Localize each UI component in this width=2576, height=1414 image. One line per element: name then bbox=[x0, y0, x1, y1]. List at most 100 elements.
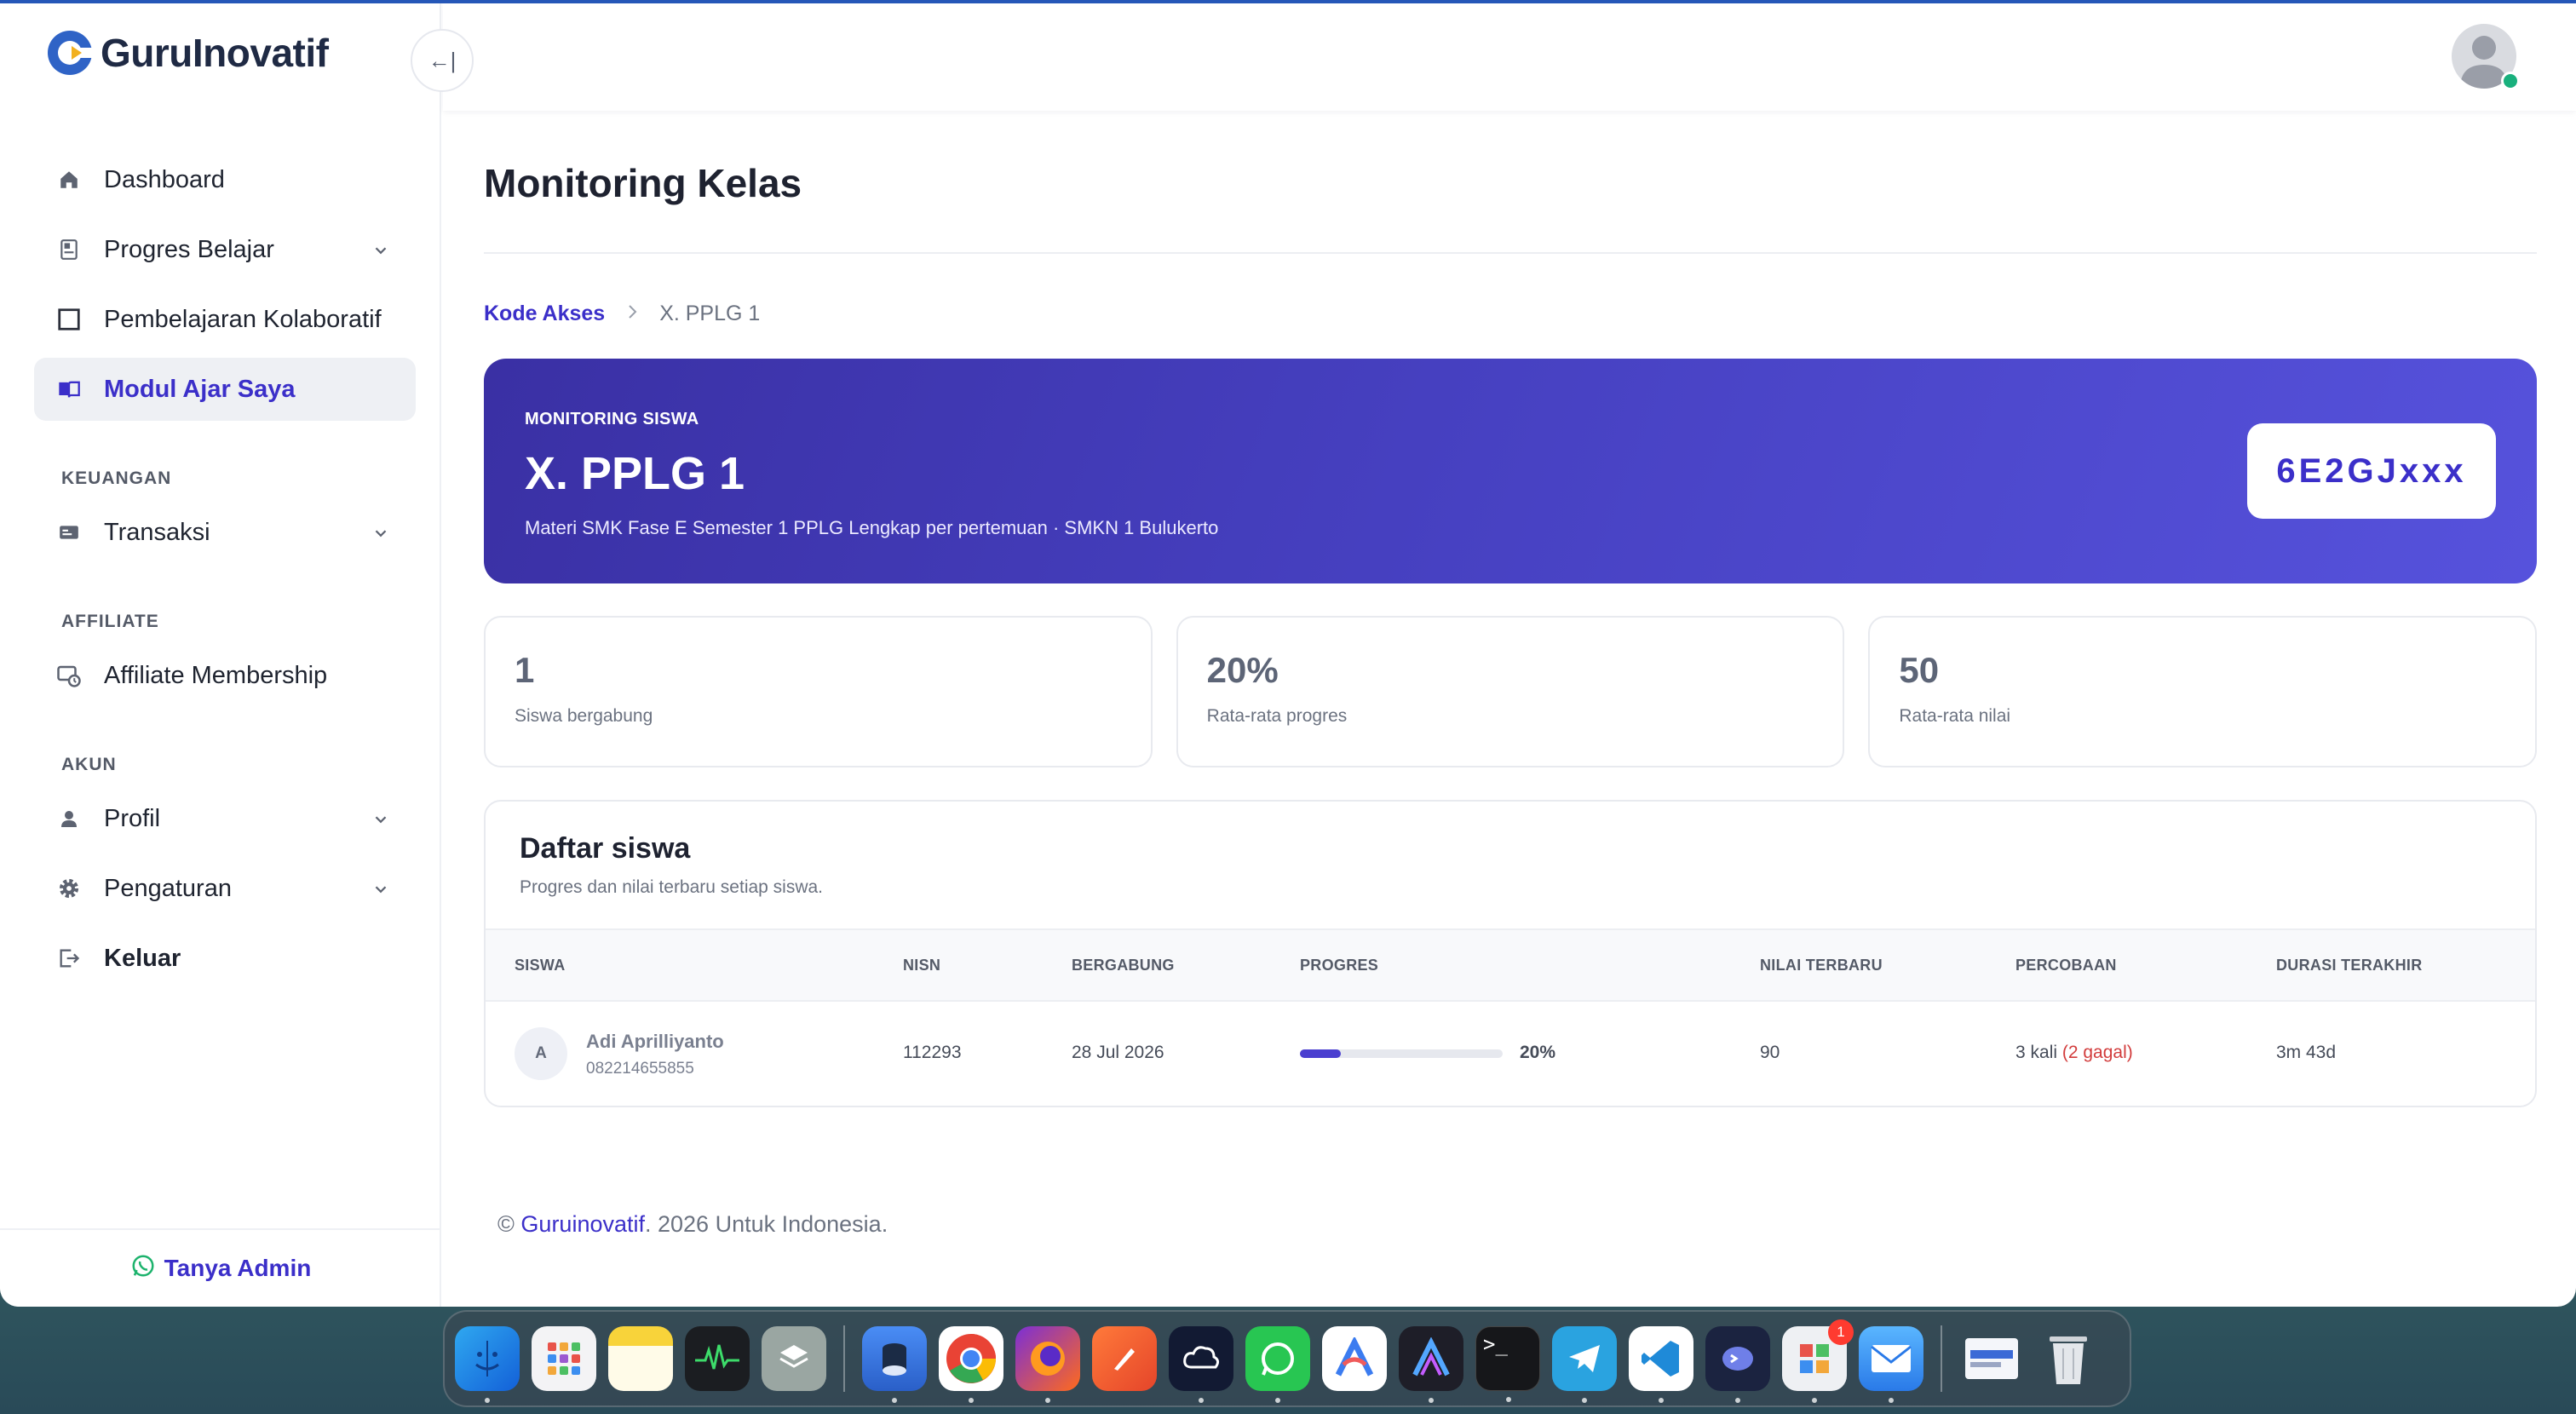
brand-logo-icon bbox=[46, 29, 94, 77]
preview-icon[interactable] bbox=[1959, 1326, 2024, 1391]
hero-class-name: X. PPLG 1 bbox=[525, 448, 745, 499]
main-content: Monitoring Kelas Kode Akses X. PPLG 1 MO… bbox=[484, 111, 2538, 1238]
chrome-icon[interactable] bbox=[939, 1326, 1003, 1403]
student-latest-score: 90 bbox=[1760, 1043, 1780, 1062]
student-list-subtitle: Progres dan nilai terbaru setiap siswa. bbox=[520, 877, 824, 897]
launchpad-icon[interactable] bbox=[532, 1326, 596, 1391]
store-icon[interactable]: 1 bbox=[1782, 1319, 1854, 1403]
collapse-arrow-icon: ←| bbox=[428, 47, 457, 73]
whatsapp-icon[interactable] bbox=[1245, 1326, 1310, 1403]
student-nisn: 112293 bbox=[903, 1043, 962, 1062]
class-hero-banner: MONITORING SISWA X. PPLG 1 Materi SMK Fa… bbox=[484, 359, 2537, 583]
sidebar-item-transaksi[interactable]: Transaksi bbox=[34, 501, 416, 564]
column-header-durasi-terakhir[interactable]: DURASI TERAKHIR bbox=[2276, 957, 2423, 974]
stat-value: 20% bbox=[1206, 650, 1279, 690]
arc-icon[interactable] bbox=[1322, 1326, 1387, 1391]
failed-attempts: (2 gagal) bbox=[2061, 1043, 2133, 1062]
stat-value: 50 bbox=[1899, 650, 1940, 690]
stats-row: 1 Siswa bergabung 20% Rata-rata progres … bbox=[484, 616, 2538, 767]
logout-icon bbox=[56, 946, 82, 971]
online-status-dot bbox=[2501, 72, 2520, 90]
finder-icon[interactable] bbox=[455, 1326, 520, 1403]
sidebar-item-profil[interactable]: Profil bbox=[34, 787, 416, 850]
table-header: SISWA NISN BERGABUNG PROGRES NILAI TERBA… bbox=[486, 930, 2535, 1002]
notes-icon[interactable] bbox=[608, 1326, 673, 1391]
trash-icon[interactable] bbox=[2036, 1326, 2101, 1391]
dock-separator bbox=[843, 1325, 845, 1392]
gear-icon bbox=[56, 876, 82, 901]
sidebar-item-pengaturan[interactable]: Pengaturan bbox=[34, 857, 416, 920]
column-header-progres[interactable]: PROGRES bbox=[1300, 957, 1378, 974]
footer-text: . 2026 Untuk Indonesia. bbox=[645, 1211, 888, 1237]
topbar bbox=[443, 3, 2576, 111]
tanya-admin-button[interactable]: Tanya Admin bbox=[0, 1228, 441, 1307]
notification-badge: 1 bbox=[1828, 1319, 1854, 1345]
terminal-icon[interactable]: >_ bbox=[1475, 1326, 1540, 1402]
square-icon bbox=[56, 307, 82, 332]
pen-icon[interactable] bbox=[1092, 1326, 1157, 1391]
student-joined-date: 28 Jul 2026 bbox=[1072, 1043, 1164, 1062]
mail-icon[interactable] bbox=[1859, 1326, 1923, 1403]
stat-card-students-joined: 1 Siswa bergabung bbox=[484, 616, 1153, 767]
app-icon[interactable] bbox=[862, 1326, 927, 1403]
layers-icon[interactable] bbox=[762, 1326, 826, 1391]
sidebar-item-label: Transaksi bbox=[104, 518, 210, 546]
student-list-header: Daftar siswa Progres dan nilai terbaru s… bbox=[486, 802, 2535, 930]
stat-label: Rata-rata progres bbox=[1206, 706, 1348, 726]
section-title-affiliate: AFFILIATE bbox=[61, 612, 159, 631]
breadcrumb: Kode Akses X. PPLG 1 bbox=[484, 302, 2537, 326]
stat-value: 1 bbox=[515, 650, 535, 690]
section-title-keuangan: KEUANGAN bbox=[61, 468, 172, 488]
sidebar-item-progres-belajar[interactable]: Progres Belajar bbox=[34, 218, 416, 281]
column-header-nisn[interactable]: NISN bbox=[903, 957, 940, 974]
sidebar: GuruInovatif Dashboard Progres Belajar P… bbox=[0, 3, 441, 1307]
chevron-down-icon bbox=[371, 239, 390, 267]
activity-monitor-icon[interactable] bbox=[685, 1326, 750, 1391]
progress-bar-fill bbox=[1300, 1049, 1341, 1058]
table-row[interactable]: A Adi Aprilliyanto 082214655855 112293 2… bbox=[486, 1002, 2535, 1106]
affinity-icon[interactable] bbox=[1399, 1326, 1463, 1403]
sidebar-item-label: Pengaturan bbox=[104, 874, 232, 902]
sidebar-item-keluar[interactable]: Keluar bbox=[34, 927, 416, 990]
column-header-percobaan[interactable]: PERCOBAAN bbox=[2015, 957, 2117, 974]
telegram-icon[interactable] bbox=[1552, 1326, 1617, 1403]
student-attempts: 3 kali (2 gagal) bbox=[2015, 1043, 2133, 1063]
sidebar-item-pembelajaran-kolaboratif[interactable]: Pembelajaran Kolaboratif bbox=[34, 288, 416, 351]
divider bbox=[484, 252, 2537, 254]
column-header-bergabung[interactable]: BERGABUNG bbox=[1072, 957, 1175, 974]
progress-bar bbox=[1300, 1049, 1503, 1058]
stat-label: Rata-rata nilai bbox=[1899, 706, 2011, 726]
student-phone: 082214655855 bbox=[586, 1060, 694, 1078]
breadcrumb-link-kode-akses[interactable]: Kode Akses bbox=[484, 302, 605, 326]
footer-copyright: © bbox=[497, 1211, 515, 1237]
sidebar-item-affiliate-membership[interactable]: Affiliate Membership bbox=[34, 644, 416, 707]
firefox-icon[interactable] bbox=[1015, 1326, 1080, 1403]
book-progress-icon bbox=[56, 237, 82, 262]
cloud-chat-icon[interactable] bbox=[1169, 1326, 1233, 1403]
prompt-icon[interactable] bbox=[1705, 1326, 1770, 1403]
sidebar-item-label: Modul Ajar Saya bbox=[104, 375, 296, 403]
column-header-nilai-terbaru[interactable]: NILAI TERBARU bbox=[1760, 957, 1883, 974]
brand[interactable]: GuruInovatif bbox=[46, 29, 329, 77]
user-icon bbox=[56, 806, 82, 831]
open-book-icon bbox=[56, 376, 82, 402]
stat-card-average-score: 50 Rata-rata nilai bbox=[1868, 616, 2538, 767]
sidebar-item-label: Progres Belajar bbox=[104, 235, 274, 263]
dock-separator bbox=[1941, 1325, 1942, 1392]
attempts-count: 3 kali bbox=[2015, 1043, 2058, 1062]
vscode-icon[interactable] bbox=[1629, 1326, 1693, 1403]
sidebar-item-label: Profil bbox=[104, 804, 161, 832]
stat-card-average-progress: 20% Rata-rata progres bbox=[1176, 616, 1845, 767]
access-code-badge[interactable]: 6E2GJxxx bbox=[2247, 423, 2496, 519]
student-list-card: Daftar siswa Progres dan nilai terbaru s… bbox=[484, 800, 2537, 1107]
sidebar-item-modul-ajar-saya[interactable]: Modul Ajar Saya bbox=[34, 358, 416, 421]
chevron-down-icon bbox=[371, 808, 390, 836]
sidebar-item-label: Pembelajaran Kolaboratif bbox=[104, 305, 382, 333]
column-header-siswa[interactable]: SISWA bbox=[515, 957, 566, 974]
tanya-admin-label: Tanya Admin bbox=[164, 1255, 312, 1281]
whatsapp-icon bbox=[130, 1253, 156, 1285]
home-icon bbox=[56, 167, 82, 193]
footer-link-guruinovatif[interactable]: Guruinovatif bbox=[520, 1211, 645, 1237]
sidebar-collapse-button[interactable]: ←| bbox=[411, 29, 474, 92]
sidebar-item-dashboard[interactable]: Dashboard bbox=[34, 148, 416, 211]
